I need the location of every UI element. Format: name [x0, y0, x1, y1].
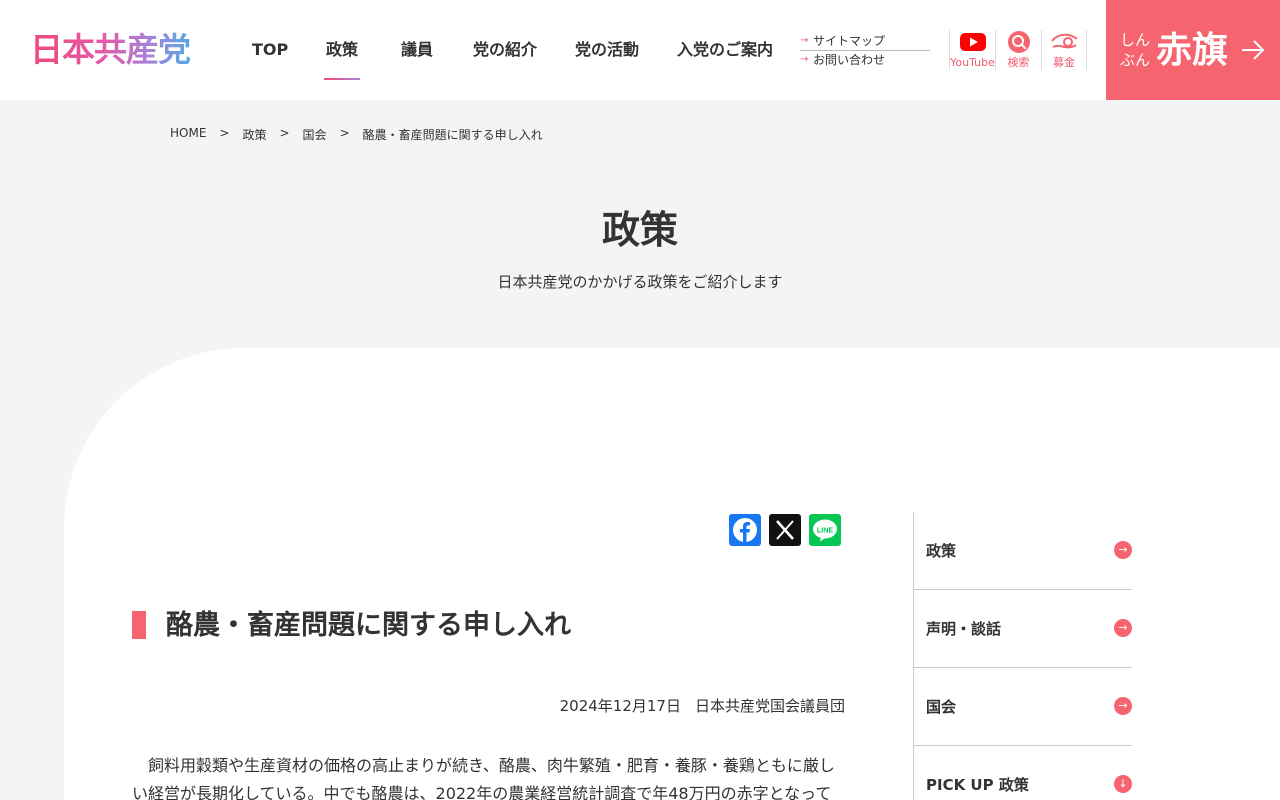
donation-label: 募金: [1053, 56, 1075, 69]
youtube-button[interactable]: YouTube: [949, 30, 995, 70]
youtube-label: YouTube: [950, 56, 995, 69]
sitemap-link[interactable]: → サイトマップ: [800, 32, 930, 51]
breadcrumb-separator: >: [339, 126, 350, 140]
header-sub-links: → サイトマップ → お問い合わせ: [800, 32, 930, 69]
article-body: 飼料用穀類や生産資材の価格の高止まりが続き、酪農、肉牛繁殖・肥育・養豚・養鶏とも…: [132, 756, 835, 800]
breadcrumb-home[interactable]: HOME: [170, 126, 206, 143]
breadcrumb-separator: >: [219, 126, 230, 140]
akahata-small-text: しん ぶん: [1120, 30, 1150, 70]
arrow-down-icon: ↓: [1114, 775, 1132, 793]
nav-members[interactable]: 議員: [401, 38, 433, 62]
breadcrumb-diet[interactable]: 国会: [303, 126, 327, 143]
line-icon-text: LINE: [817, 525, 834, 534]
site-logo[interactable]: 日本共産党: [30, 30, 191, 70]
nav-top[interactable]: TOP: [252, 38, 288, 62]
search-label: 検索: [1007, 56, 1030, 69]
arrow-right-icon: →: [800, 54, 809, 65]
nav-activities[interactable]: 党の活動: [575, 38, 639, 62]
arrow-right-icon: →: [800, 35, 809, 46]
akahata-small-line1: しん: [1120, 31, 1151, 49]
sidebar-item-label: 国会: [926, 698, 957, 716]
arrow-right-icon: →: [1114, 541, 1132, 559]
donation-button[interactable]: 募金: [1041, 30, 1087, 70]
line-share-button[interactable]: LINE: [809, 514, 841, 546]
article-title: 酪農・畜産問題に関する申し入れ: [166, 610, 571, 641]
akahata-banner[interactable]: しん ぶん 赤旗: [1106, 0, 1280, 100]
youtube-icon: [960, 33, 986, 51]
donation-icon: [1051, 33, 1078, 49]
contact-label: お問い合わせ: [813, 53, 886, 67]
sidebar-item-label: PICK UP 政策: [926, 776, 1029, 794]
x-share-button[interactable]: [769, 514, 801, 546]
page-subtitle: 日本共産党のかかげる政策をご紹介します: [497, 273, 783, 291]
breadcrumb-current: 酪農・畜産問題に関する申し入れ: [362, 128, 543, 142]
article-date: 2024年12月17日: [559, 697, 681, 715]
article-author: 日本共産党国会議員団: [694, 697, 845, 715]
sitemap-label: サイトマップ: [813, 34, 886, 48]
sidebar-item-label: 政策: [926, 542, 957, 560]
nav-about[interactable]: 党の紹介: [473, 38, 537, 62]
sidebar-nav: 政策 → 声明・談話 → 国会 → PICK UP 政策 ↓: [913, 512, 1132, 800]
akahata-small-line2: ぶん: [1120, 51, 1151, 69]
nav-policy[interactable]: 政策: [326, 38, 358, 62]
sidebar-item-pickup[interactable]: PICK UP 政策 ↓: [914, 746, 1132, 800]
breadcrumb-policy[interactable]: 政策: [242, 126, 266, 143]
article-meta: 2024年12月17日 日本共産党国会議員団: [450, 695, 845, 716]
nav-join[interactable]: 入党のご案内: [677, 38, 773, 62]
page-title: 政策: [601, 208, 678, 252]
article-title-accent: [132, 611, 146, 639]
sidebar-item-diet[interactable]: 国会 →: [914, 668, 1132, 746]
search-button[interactable]: 検索: [995, 30, 1041, 70]
line-icon: LINE: [813, 519, 837, 542]
sidebar-item-policy[interactable]: 政策 →: [914, 512, 1132, 590]
arrow-right-icon: →: [1114, 697, 1132, 715]
sidebar-item-label: 声明・談話: [926, 620, 1002, 638]
facebook-icon: [733, 518, 757, 542]
search-icon: [1008, 31, 1030, 53]
contact-link[interactable]: → お問い合わせ: [800, 51, 930, 69]
arrow-right-icon: [1242, 40, 1265, 60]
nav-active-indicator: [324, 78, 360, 80]
breadcrumb: HOME > 政策 > 国会 > 酪農・畜産問題に関する申し入れ: [170, 126, 543, 143]
x-icon: [776, 520, 794, 540]
facebook-share-button[interactable]: [729, 514, 761, 546]
arrow-right-icon: →: [1114, 619, 1132, 637]
sidebar-item-statements[interactable]: 声明・談話 →: [914, 590, 1132, 668]
breadcrumb-separator: >: [279, 126, 290, 140]
akahata-title: 赤旗: [1156, 29, 1229, 71]
site-header: 日本共産党 TOP 政策 議員 党の紹介 党の活動 入党のご案内 → サイトマッ…: [0, 0, 1280, 100]
